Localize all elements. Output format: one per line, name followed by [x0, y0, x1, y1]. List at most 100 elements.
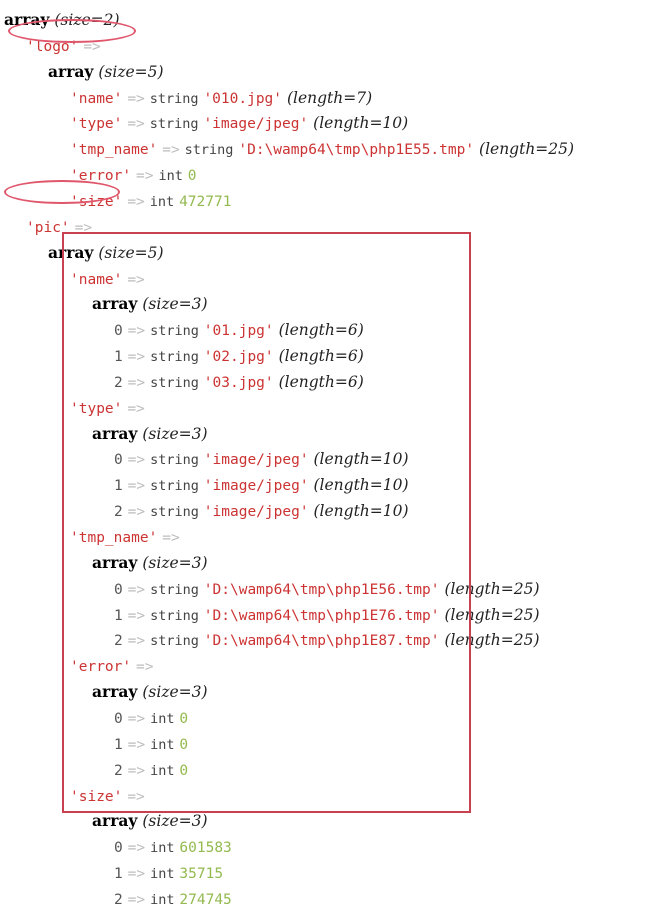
dump-line-logo-key: 'logo' =>: [26, 33, 101, 59]
dump-line-pic-size-1: 1 => int 35715: [114, 860, 223, 886]
arrow-glyph: =>: [127, 349, 146, 366]
type-token: string: [150, 323, 199, 340]
arrow-glyph: =>: [127, 891, 146, 908]
value-token: '02.jpg': [203, 349, 274, 366]
value-token: 'logo': [26, 38, 79, 55]
array-index: 0: [114, 840, 123, 857]
dump-line-pic-tmpname-1: 1 => string 'D:\wamp64\tmp\php1E76.tmp' …: [114, 602, 540, 628]
type-token: int: [150, 736, 175, 753]
arrow-glyph: =>: [162, 142, 180, 159]
array-index: 1: [114, 478, 123, 495]
arrow-glyph: =>: [136, 659, 154, 676]
dump-line-logo-size: 'size' => int 472771: [70, 188, 231, 214]
value-token: 0: [187, 168, 197, 185]
array-size-label: (size=3): [142, 553, 208, 572]
array-size-label: (size=3): [142, 683, 208, 702]
array-index: 1: [114, 349, 123, 366]
dump-line-root-array: array (size=2): [4, 7, 120, 33]
value-token: 'D:\wamp64\tmp\php1E55.tmp': [238, 142, 475, 159]
array-index: 2: [114, 374, 123, 391]
arrow-glyph: =>: [127, 866, 146, 883]
array-keyword: array: [92, 682, 138, 702]
type-token: string: [150, 607, 199, 624]
arrow-glyph: =>: [136, 168, 154, 185]
type-token: string: [149, 90, 199, 107]
arrow-glyph: =>: [74, 219, 93, 236]
dump-line-pic-key: 'pic' =>: [26, 214, 92, 240]
value-token: 'error': [70, 659, 132, 676]
string-length-label: (length=6): [278, 347, 364, 366]
array-keyword: array: [4, 10, 50, 29]
dump-line-pic-size-2: 2 => int 274745: [114, 886, 232, 912]
dump-line-pic-type-key: 'type' =>: [70, 395, 145, 421]
arrow-glyph: =>: [162, 530, 180, 546]
dump-line-logo-error: 'error' => int 0: [70, 162, 197, 188]
value-token: 0: [179, 710, 189, 727]
value-token: '03.jpg': [203, 374, 274, 391]
value-token: 'tmp_name': [70, 142, 158, 159]
value-token: 'name': [70, 271, 123, 288]
type-token: string: [150, 504, 199, 521]
arrow-glyph: =>: [127, 271, 145, 288]
value-token: 274745: [179, 891, 232, 908]
array-index: 0: [114, 581, 123, 598]
array-index: 0: [114, 323, 123, 340]
type-token: string: [149, 116, 199, 133]
string-length-label: (length=10): [313, 450, 409, 469]
value-token: 'image/jpeg': [203, 116, 309, 133]
dump-line-pic-name-0: 0 => string '01.jpg' (length=6): [114, 317, 364, 343]
type-token: int: [150, 710, 175, 727]
dump-line-pic-type-array: array (size=3): [92, 421, 208, 447]
array-index: 0: [114, 710, 123, 727]
array-size-label: (size=3): [142, 812, 208, 831]
value-token: '01.jpg': [203, 323, 274, 340]
array-keyword: array: [48, 242, 94, 262]
dump-line-pic-tmpname-2: 2 => string 'D:\wamp64\tmp\php1E87.tmp' …: [114, 627, 540, 653]
string-length-label: (length=25): [444, 631, 540, 650]
arrow-glyph: =>: [127, 736, 146, 753]
value-token: 'name': [70, 90, 123, 107]
arrow-glyph: =>: [127, 581, 146, 598]
value-token: 'D:\wamp64\tmp\php1E56.tmp': [203, 581, 440, 598]
dump-line-logo-array: array (size=5): [48, 59, 164, 85]
arrow-glyph: =>: [83, 38, 101, 55]
type-token: int: [150, 891, 175, 908]
value-token: 0: [179, 736, 189, 753]
dump-line-logo-name: 'name' => string '010.jpg' (length=7): [70, 85, 372, 111]
array-keyword: array: [92, 423, 138, 443]
value-token: 601583: [179, 840, 232, 857]
array-keyword: array: [92, 552, 138, 572]
string-length-label: (length=10): [313, 114, 409, 133]
string-length-label: (length=25): [444, 605, 540, 624]
type-token: string: [150, 478, 199, 495]
array-index: 1: [114, 736, 123, 753]
dump-line-pic-array: array (size=5): [48, 240, 164, 266]
dump-line-pic-size-array: array (size=3): [92, 808, 208, 834]
type-token: int: [150, 840, 175, 857]
dump-line-pic-type-0: 0 => string 'image/jpeg' (length=10): [114, 446, 409, 472]
dump-line-pic-name-1: 1 => string '02.jpg' (length=6): [114, 343, 364, 369]
array-size-label: (size=3): [142, 424, 208, 443]
value-token: 'image/jpeg': [203, 478, 309, 495]
dump-line-pic-name-array: array (size=3): [92, 291, 208, 317]
array-size-label: (size=5): [98, 243, 164, 262]
arrow-glyph: =>: [127, 788, 145, 805]
dump-line-pic-error-array: array (size=3): [92, 679, 208, 705]
dump-line-logo-tmp-name: 'tmp_name' => string 'D:\wamp64\tmp\php1…: [70, 136, 574, 162]
array-index: 2: [114, 891, 123, 908]
value-token: 0: [179, 762, 189, 779]
arrow-glyph: =>: [127, 400, 145, 417]
dump-line-pic-type-2: 2 => string 'image/jpeg' (length=10): [114, 498, 409, 524]
arrow-glyph: =>: [127, 633, 146, 650]
string-length-label: (length=25): [479, 140, 575, 159]
value-token: '010.jpg': [203, 90, 283, 107]
arrow-glyph: =>: [127, 607, 146, 624]
dump-line-pic-size-key: 'size' =>: [70, 783, 145, 809]
dump-line-pic-tmpname-array: array (size=3): [92, 550, 208, 576]
value-token: 'image/jpeg': [203, 504, 309, 521]
string-length-label: (length=6): [278, 372, 364, 391]
var-dump-output: array (size=2)'logo' => array (size=5)'na…: [0, 0, 664, 908]
value-token: 35715: [179, 866, 224, 883]
type-token: int: [158, 168, 183, 185]
value-token: 472771: [179, 193, 232, 210]
